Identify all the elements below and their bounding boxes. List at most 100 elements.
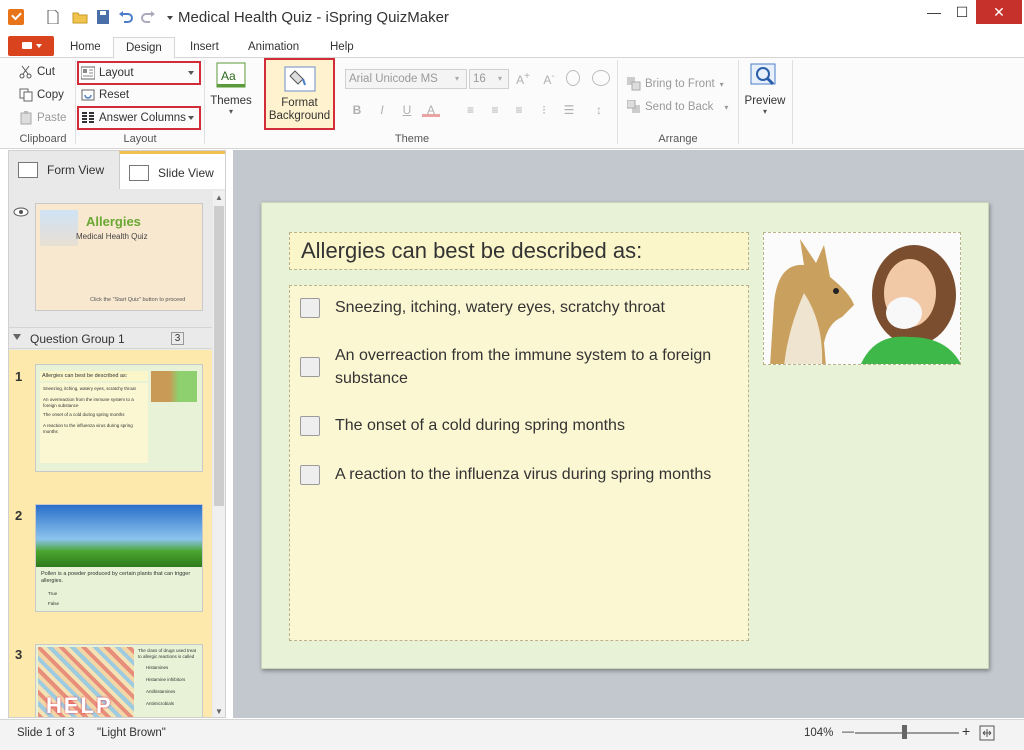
answer-text[interactable]: The onset of a cold during spring months — [335, 414, 735, 437]
scroll-up-icon[interactable]: ▲ — [215, 193, 223, 202]
bring-to-front-button[interactable]: Bring to Front ▾ — [625, 74, 733, 94]
numbering-icon[interactable]: ☰ — [560, 103, 578, 117]
themes-icon: Aa — [216, 62, 246, 88]
layout-icon — [81, 66, 95, 80]
theme-indicator: "Light Brown" — [97, 727, 166, 739]
tab-animation[interactable]: Animation — [236, 37, 311, 58]
question-group-header[interactable]: Question Group 1 3 — [9, 327, 212, 349]
align-center-icon[interactable]: ≡ — [486, 103, 504, 117]
redo-icon[interactable] — [140, 10, 156, 24]
fit-to-window-icon[interactable] — [979, 725, 995, 741]
collapse-arrow-icon[interactable] — [13, 334, 21, 340]
link-icon[interactable] — [592, 70, 610, 86]
thumb-answer: Histamine inhibitors — [146, 677, 186, 682]
clear-format-icon[interactable] — [566, 70, 580, 86]
app-icon[interactable] — [8, 9, 24, 25]
line-spacing-icon[interactable]: ↕ — [590, 103, 608, 117]
slide-list-scrollbar[interactable]: ▲ ▼ — [213, 191, 225, 717]
columns-icon — [82, 112, 94, 123]
form-view-tab[interactable]: Form View — [9, 151, 119, 189]
separator — [738, 60, 739, 144]
themes-dropdown-arrow: ▾ — [228, 107, 233, 116]
paste-button[interactable]: Paste — [17, 108, 77, 128]
zoom-slider-track[interactable] — [855, 732, 959, 734]
thumb-answer: An overreaction from the immune system t… — [43, 397, 134, 408]
answer-text[interactable]: An overreaction from the immune system t… — [335, 344, 735, 390]
answer-text[interactable]: A reaction to the influenza virus during… — [335, 463, 735, 486]
answer-checkbox[interactable] — [300, 357, 320, 377]
answer-text[interactable]: Sneezing, itching, watery eyes, scratchy… — [335, 296, 735, 319]
question-title-box[interactable]: Allergies can best be described as: — [289, 232, 749, 270]
bold-icon[interactable]: B — [348, 103, 366, 117]
cut-label: Cut — [37, 66, 55, 78]
tab-insert[interactable]: Insert — [178, 37, 231, 58]
tab-design[interactable]: Design — [113, 37, 175, 58]
underline-icon[interactable]: U — [398, 103, 416, 117]
slide-list-panel: Form View Slide View Allergies Medical H… — [8, 150, 226, 718]
cut-button[interactable]: Cut — [17, 62, 77, 82]
format-background-button[interactable]: Format Background — [264, 58, 335, 130]
tab-help[interactable]: Help — [318, 37, 366, 58]
slide-2-thumbnail[interactable]: Pollen is a powder produced by certain p… — [35, 504, 203, 612]
thumb-answer: Antihistamines — [146, 689, 176, 694]
theme-group-label: Theme — [394, 133, 430, 145]
slide-view-icon — [129, 165, 149, 181]
answers-box[interactable]: Sneezing, itching, watery eyes, scratchy… — [289, 285, 749, 641]
zoom-out-button[interactable]: — — [842, 724, 854, 738]
question-image[interactable] — [763, 232, 961, 365]
preview-button[interactable]: Preview ▾ — [742, 62, 788, 124]
eye-icon[interactable] — [13, 207, 29, 217]
new-file-icon[interactable] — [45, 10, 61, 24]
align-left-icon[interactable]: ≡ — [461, 103, 479, 117]
arrange-group-label: Arrange — [658, 133, 698, 145]
undo-icon[interactable] — [118, 10, 134, 24]
dog-and-woman-photo — [764, 233, 960, 364]
slide-3-thumbnail[interactable]: HELP The class of drugs used treat to al… — [35, 644, 203, 717]
reset-button[interactable]: Reset — [79, 85, 159, 105]
grow-font-icon[interactable]: A+ — [514, 71, 532, 87]
font-color-icon[interactable]: A — [422, 103, 440, 117]
question-title: Allergies can best be described as: — [301, 238, 643, 263]
thumb-pills-photo: HELP — [38, 647, 134, 717]
copy-button[interactable]: Copy — [17, 85, 77, 105]
scroll-down-icon[interactable]: ▼ — [215, 707, 223, 716]
slide-editor: Allergies can best be described as: Snee… — [261, 202, 989, 669]
zoom-slider-thumb[interactable] — [902, 725, 907, 739]
answer-checkbox[interactable] — [300, 298, 320, 318]
answer-checkbox[interactable] — [300, 465, 320, 485]
answer-columns-dropdown[interactable]: Answer Columns — [77, 106, 201, 130]
italic-icon[interactable]: I — [373, 103, 391, 117]
customize-toolbar-icon[interactable] — [162, 10, 178, 24]
open-folder-icon[interactable] — [72, 10, 88, 24]
file-menu-button[interactable] — [8, 36, 54, 56]
slide-1-thumbnail[interactable]: Allergies can best be described as: Snee… — [35, 364, 203, 472]
close-button[interactable]: ✕ — [976, 0, 1022, 24]
layout-label: Layout — [99, 67, 134, 79]
scroll-thumb[interactable] — [214, 206, 224, 506]
thumb-answer: Histamines — [146, 665, 169, 670]
font-family-select[interactable]: Arial Unicode MS — [345, 69, 467, 89]
zoom-in-button[interactable]: + — [962, 723, 970, 739]
bullets-icon[interactable]: ⁝ — [535, 103, 553, 117]
intro-hint: Click the "Start Quiz" button to proceed — [90, 297, 186, 303]
shrink-font-icon[interactable]: A- — [540, 71, 558, 87]
intro-subtitle: Medical Health Quiz — [76, 232, 148, 241]
layout-dropdown[interactable]: Layout — [77, 61, 201, 85]
send-to-back-icon — [627, 100, 640, 113]
slide-view-tab[interactable]: Slide View — [119, 151, 225, 189]
separator — [792, 60, 793, 144]
thumb-answer: A reaction to the influenza virus during… — [43, 423, 133, 434]
thumb-answer: Antimicrobials — [146, 701, 175, 706]
thumb-question: Pollen is a powder produced by certain p… — [41, 571, 191, 584]
intro-slide-thumbnail[interactable]: Allergies Medical Health Quiz Click the … — [35, 203, 203, 311]
save-icon[interactable] — [95, 10, 111, 24]
send-to-back-button[interactable]: Send to Back ▾ — [625, 97, 733, 117]
themes-button[interactable]: Aa Themes ▾ — [208, 62, 254, 124]
thumb-answer: The onset of a cold during spring months — [43, 412, 125, 417]
align-right-icon[interactable]: ≡ — [510, 103, 528, 117]
thumb-photo — [151, 371, 197, 402]
maximize-button[interactable]: ☐ — [946, 0, 978, 24]
tab-home[interactable]: Home — [58, 37, 113, 58]
send-to-back-label: Send to Back — [645, 101, 714, 113]
answer-checkbox[interactable] — [300, 416, 320, 436]
